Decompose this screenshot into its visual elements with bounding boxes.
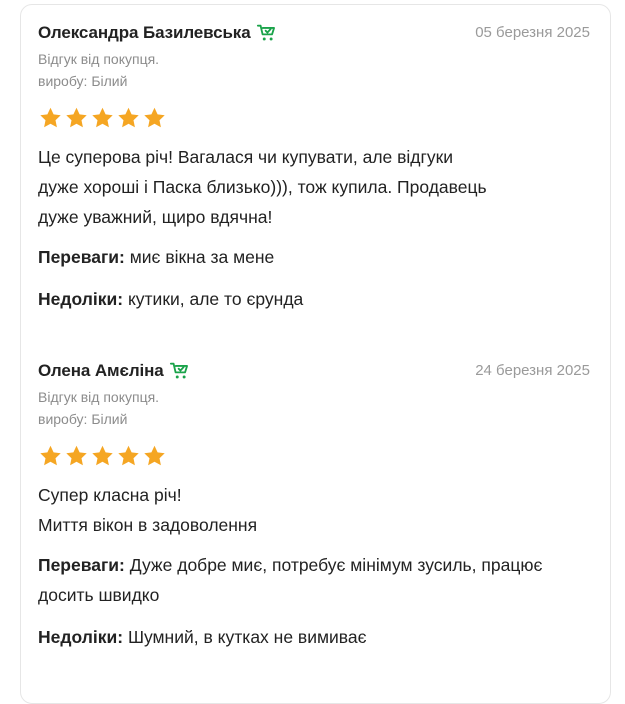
review-header: Олена Амєліна 24 березня 2025 bbox=[38, 358, 590, 386]
star-icon bbox=[66, 107, 87, 128]
cons-text: Шумний, в кутках не вимиває bbox=[127, 627, 367, 647]
review-cons: Недоліки: кутики, але то єрунда bbox=[38, 284, 590, 314]
cons-text: кутики, але то єрунда bbox=[127, 289, 304, 309]
star-icon bbox=[118, 107, 139, 128]
star-icon bbox=[92, 107, 113, 128]
star-icon bbox=[40, 107, 61, 128]
review-item: Олена Амєліна 24 березня 2025 Відгук від… bbox=[38, 358, 590, 652]
meta-variant: виробу: Білий bbox=[38, 411, 128, 427]
review-pros: Переваги: Дуже добре миє, потребує мінім… bbox=[38, 550, 590, 610]
review-meta: Відгук від покупця. виробу: Білий bbox=[38, 48, 590, 92]
star-icon bbox=[66, 445, 87, 466]
cons-label: Недоліки: bbox=[38, 627, 124, 647]
review-text-line: Миття вікон в задоволення bbox=[38, 515, 258, 535]
review-meta: Відгук від покупця. виробу: Білий bbox=[38, 386, 590, 430]
author-name: Олександра Базилевська bbox=[38, 23, 251, 42]
review-text-line: дуже хороші і Паска близько))), тож купи… bbox=[38, 177, 487, 197]
pros-label: Переваги: bbox=[38, 247, 125, 267]
cons-label: Недоліки: bbox=[38, 289, 124, 309]
star-icon bbox=[144, 445, 165, 466]
star-icon bbox=[118, 445, 139, 466]
review-author: Олена Амєліна bbox=[38, 360, 191, 382]
review-cons: Недоліки: Шумний, в кутках не вимиває bbox=[38, 622, 590, 652]
review-text-line: Супер класна річ! bbox=[38, 485, 182, 505]
rating-stars bbox=[38, 444, 590, 470]
review-text-line: Це суперова річ! Вагалася чи купувати, а… bbox=[38, 147, 454, 167]
author-name: Олена Амєліна bbox=[38, 361, 164, 380]
meta-variant: виробу: Білий bbox=[38, 73, 128, 89]
star-icon bbox=[40, 445, 61, 466]
pros-text: миє вікна за мене bbox=[129, 247, 275, 267]
review-item: Олександра Базилевська 05 березня 2025 В… bbox=[38, 20, 590, 314]
review-author: Олександра Базилевська bbox=[38, 22, 278, 44]
star-icon bbox=[92, 445, 113, 466]
meta-buyer: Відгук від покупця. bbox=[38, 389, 160, 405]
review-date: 05 березня 2025 bbox=[475, 24, 590, 41]
meta-buyer: Відгук від покупця. bbox=[38, 51, 160, 67]
rating-stars bbox=[38, 106, 590, 132]
review-pros: Переваги: миє вікна за мене bbox=[38, 242, 590, 272]
review-text-line: дуже уважний, щиро вдячна! bbox=[38, 207, 273, 227]
review-header: Олександра Базилевська 05 березня 2025 bbox=[38, 20, 590, 48]
review-text: Це суперова річ! Вагалася чи купувати, а… bbox=[38, 142, 590, 232]
star-icon bbox=[144, 107, 165, 128]
cart-check-icon bbox=[169, 360, 191, 382]
pros-label: Переваги: bbox=[38, 555, 125, 575]
review-text: Супер класна річ! Миття вікон в задоволе… bbox=[38, 480, 590, 540]
cart-check-icon bbox=[256, 22, 278, 44]
review-date: 24 березня 2025 bbox=[475, 362, 590, 379]
